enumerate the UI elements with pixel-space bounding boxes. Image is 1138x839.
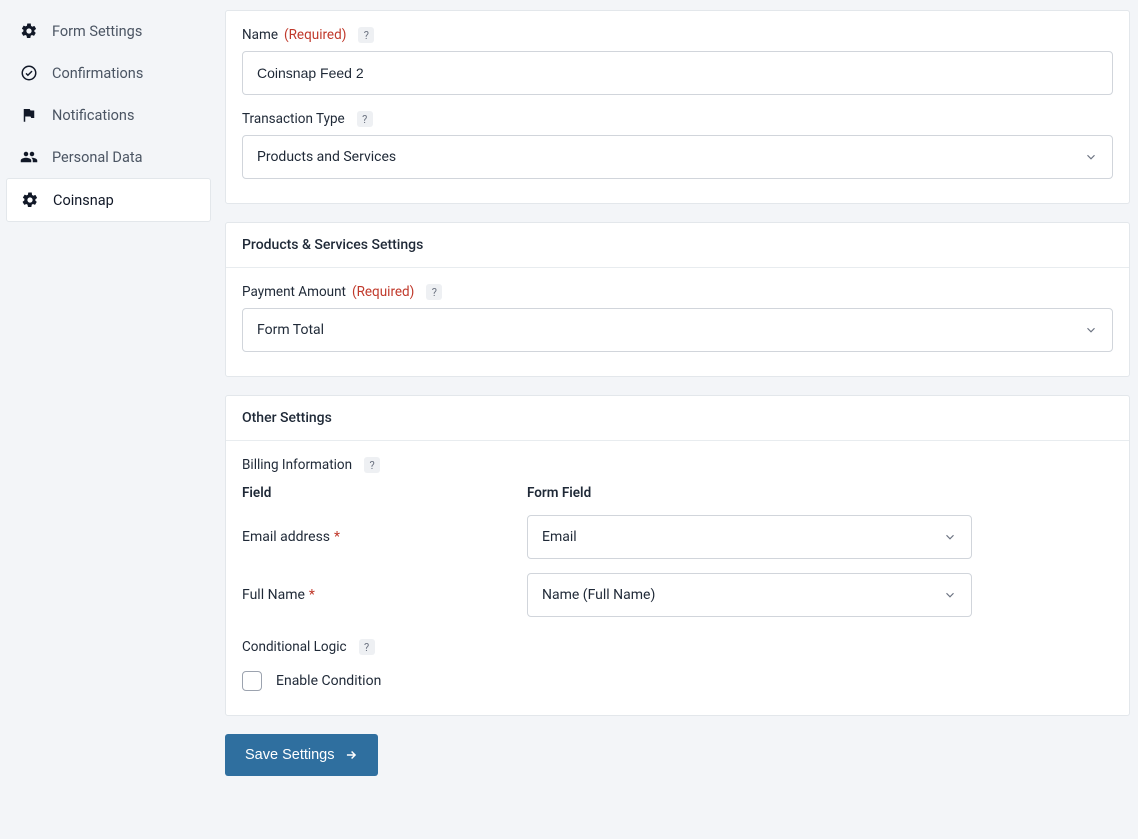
sidebar: Form Settings Confirmations Notification… [6, 10, 211, 809]
gear-icon [20, 22, 38, 40]
transaction-type-group: Transaction Type ? Products and Services [242, 111, 1113, 179]
select-value: Products and Services [257, 149, 396, 165]
label-text: Full Name [242, 587, 305, 603]
transaction-type-select[interactable]: Products and Services [242, 135, 1113, 179]
email-field-select[interactable]: Email [527, 515, 972, 559]
field-column-header: Field [242, 485, 527, 501]
people-icon [20, 148, 38, 166]
required-star: * [309, 587, 315, 603]
chevron-down-icon [943, 588, 957, 602]
name-field-group: Name (Required) ? [242, 27, 1113, 95]
sidebar-item-form-settings[interactable]: Form Settings [6, 10, 211, 52]
save-settings-button[interactable]: Save Settings [225, 734, 378, 776]
label-text: Billing Information [242, 457, 352, 473]
sidebar-item-label: Form Settings [52, 23, 142, 40]
panel-header: Other Settings [226, 396, 1129, 441]
sidebar-item-label: Coinsnap [53, 192, 114, 209]
products-services-panel: Products & Services Settings Payment Amo… [225, 222, 1130, 377]
sidebar-item-coinsnap[interactable]: Coinsnap [6, 178, 211, 222]
sidebar-item-label: Confirmations [52, 65, 143, 82]
flag-icon [20, 106, 38, 124]
chevron-down-icon [1084, 150, 1098, 164]
sidebar-item-personal-data[interactable]: Personal Data [6, 136, 211, 178]
enable-condition-row: Enable Condition [242, 671, 1113, 691]
conditional-logic-section: Conditional Logic ? Enable Condition [242, 639, 1113, 691]
billing-row-select-wrap: Name (Full Name) [527, 573, 972, 617]
sidebar-item-label: Notifications [52, 107, 134, 124]
sidebar-item-confirmations[interactable]: Confirmations [6, 52, 211, 94]
chevron-down-icon [943, 530, 957, 544]
gear-icon [21, 191, 39, 209]
required-star: * [334, 529, 340, 545]
help-icon[interactable]: ? [359, 639, 375, 655]
help-icon[interactable]: ? [357, 111, 373, 127]
button-label: Save Settings [245, 747, 334, 763]
enable-condition-label: Enable Condition [276, 673, 381, 689]
billing-grid: Field Form Field Email address* Email Fu… [242, 485, 1113, 617]
billing-info-label: Billing Information ? [242, 457, 380, 473]
conditional-logic-label: Conditional Logic ? [242, 639, 375, 655]
select-value: Name (Full Name) [542, 587, 655, 603]
label-text: Conditional Logic [242, 639, 347, 655]
help-icon[interactable]: ? [358, 27, 374, 43]
select-value: Email [542, 529, 577, 545]
name-label: Name (Required) ? [242, 27, 374, 43]
billing-row-label: Email address* [242, 529, 527, 545]
form-field-column-header: Form Field [527, 485, 972, 501]
arrow-right-icon [344, 748, 358, 762]
label-text: Transaction Type [242, 111, 345, 127]
required-tag: (Required) [352, 284, 414, 300]
billing-row-select-wrap: Email [527, 515, 972, 559]
feed-basic-panel: Name (Required) ? Transaction Type ? Pro… [225, 10, 1130, 204]
payment-amount-group: Payment Amount (Required) ? Form Total [242, 284, 1113, 352]
help-icon[interactable]: ? [426, 284, 442, 300]
check-circle-icon [20, 64, 38, 82]
label-text: Name [242, 27, 278, 43]
full-name-field-select[interactable]: Name (Full Name) [527, 573, 972, 617]
billing-row-label: Full Name* [242, 587, 527, 603]
other-settings-panel: Other Settings Billing Information ? Fie… [225, 395, 1130, 716]
sidebar-item-label: Personal Data [52, 149, 142, 166]
select-value: Form Total [257, 322, 324, 338]
label-text: Payment Amount [242, 284, 346, 300]
main-content: Name (Required) ? Transaction Type ? Pro… [225, 10, 1130, 809]
label-text: Email address [242, 529, 330, 545]
name-input[interactable] [242, 51, 1113, 95]
required-tag: (Required) [284, 27, 346, 43]
chevron-down-icon [1084, 323, 1098, 337]
payment-amount-select[interactable]: Form Total [242, 308, 1113, 352]
transaction-type-label: Transaction Type ? [242, 111, 373, 127]
sidebar-item-notifications[interactable]: Notifications [6, 94, 211, 136]
panel-header: Products & Services Settings [226, 223, 1129, 268]
payment-amount-label: Payment Amount (Required) ? [242, 284, 442, 300]
enable-condition-checkbox[interactable] [242, 671, 262, 691]
help-icon[interactable]: ? [364, 457, 380, 473]
